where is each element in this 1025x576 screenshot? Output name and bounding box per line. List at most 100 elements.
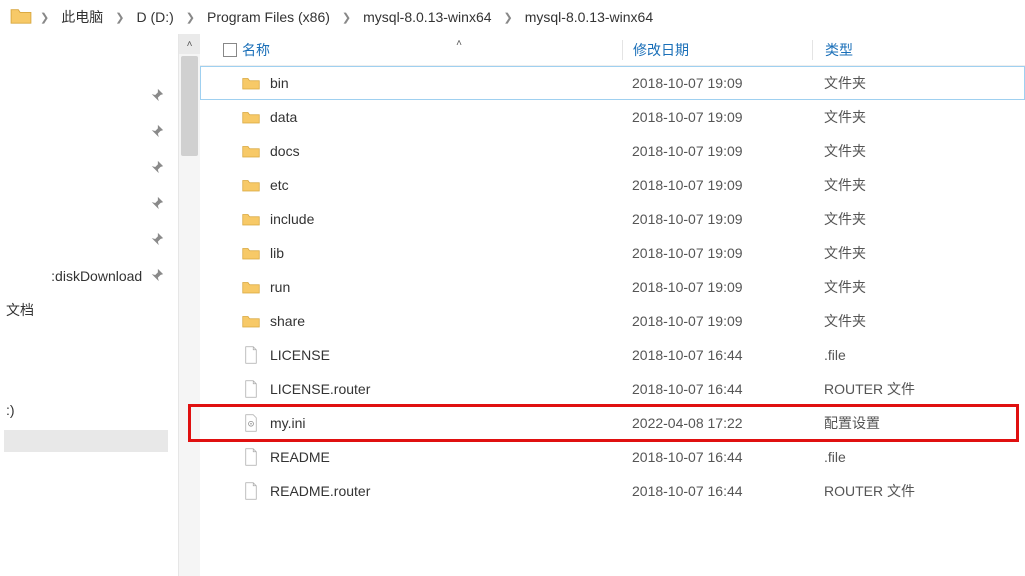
file-row[interactable]: data2018-10-07 19:09文件夹 <box>200 100 1025 134</box>
file-name: data <box>270 109 622 125</box>
file-date: 2018-10-07 19:09 <box>622 245 812 261</box>
select-all-checkbox[interactable] <box>218 43 242 57</box>
chevron-right-icon: ❯ <box>38 11 51 24</box>
breadcrumb-item[interactable]: mysql-8.0.13-winx64 <box>359 7 495 27</box>
file-row[interactable]: LICENSE2018-10-07 16:44.file <box>200 338 1025 372</box>
file-icon <box>242 448 270 466</box>
file-list: 名称 ˄ 修改日期 类型 bin2018-10-07 19:09文件夹data2… <box>200 34 1025 576</box>
file-row[interactable]: include2018-10-07 19:09文件夹 <box>200 202 1025 236</box>
file-date: 2018-10-07 16:44 <box>622 347 812 363</box>
file-name: lib <box>270 245 622 261</box>
folder-icon <box>242 108 270 126</box>
chevron-right-icon: ❯ <box>184 11 197 24</box>
file-date: 2018-10-07 19:09 <box>622 313 812 329</box>
sort-ascending-icon: ˄ <box>456 38 462 49</box>
file-date: 2018-10-07 16:44 <box>622 449 812 465</box>
file-name: share <box>270 313 622 329</box>
file-date: 2018-10-07 19:09 <box>622 143 812 159</box>
breadcrumb-item[interactable]: D (D:) <box>132 7 177 27</box>
breadcrumb-item[interactable]: 此电脑 <box>57 5 107 29</box>
ini-icon <box>242 414 270 432</box>
pin-icon <box>150 232 164 249</box>
scroll-up-button[interactable]: ˄ <box>179 34 200 54</box>
folder-icon <box>242 210 270 228</box>
sidebar-pinned-item[interactable] <box>4 186 164 222</box>
file-type: 文件夹 <box>812 209 972 229</box>
sidebar-pinned-item[interactable] <box>4 114 164 150</box>
file-name: my.ini <box>270 415 622 431</box>
file-name: README.router <box>270 483 622 499</box>
scroll-thumb[interactable] <box>181 56 198 156</box>
file-type: 文件夹 <box>812 73 972 93</box>
file-type: 文件夹 <box>812 311 972 331</box>
file-type: .file <box>812 347 972 363</box>
file-row[interactable]: lib2018-10-07 19:09文件夹 <box>200 236 1025 270</box>
sidebar-pinned-item[interactable] <box>4 222 164 258</box>
folder-icon <box>10 7 32 28</box>
pin-icon <box>150 160 164 177</box>
sidebar: ˄ <box>0 34 200 576</box>
file-name: run <box>270 279 622 295</box>
file-icon <box>242 346 270 364</box>
chevron-right-icon: ❯ <box>502 11 515 24</box>
column-header-type[interactable]: 类型 <box>812 40 972 60</box>
pin-icon <box>150 124 164 141</box>
file-icon <box>242 482 270 500</box>
file-type: 文件夹 <box>812 277 972 297</box>
file-type: ROUTER 文件 <box>812 379 972 399</box>
breadcrumb: ❯ 此电脑 ❯ D (D:) ❯ Program Files (x86) ❯ m… <box>0 0 1025 34</box>
file-name: docs <box>270 143 622 159</box>
file-name: LICENSE <box>270 347 622 363</box>
pin-icon <box>150 88 164 105</box>
folder-icon <box>242 312 270 330</box>
file-date: 2018-10-07 16:44 <box>622 483 812 499</box>
file-row[interactable]: docs2018-10-07 19:09文件夹 <box>200 134 1025 168</box>
file-type: 文件夹 <box>812 243 972 263</box>
file-row[interactable]: bin2018-10-07 19:09文件夹 <box>200 66 1025 100</box>
file-type: .file <box>812 449 972 465</box>
sidebar-item-diskdownload[interactable]: :diskDownload <box>4 258 164 294</box>
file-date: 2022-04-08 17:22 <box>622 415 812 431</box>
sidebar-item-label: :diskDownload <box>51 268 142 284</box>
file-date: 2018-10-07 19:09 <box>622 211 812 227</box>
file-row[interactable]: README.router2018-10-07 16:44ROUTER 文件 <box>200 474 1025 508</box>
column-header-row: 名称 ˄ 修改日期 类型 <box>200 34 1025 66</box>
file-type: 文件夹 <box>812 107 972 127</box>
column-header-date[interactable]: 修改日期 <box>622 40 812 60</box>
file-row[interactable]: run2018-10-07 19:09文件夹 <box>200 270 1025 304</box>
chevron-right-icon: ❯ <box>113 11 126 24</box>
folder-icon <box>242 142 270 160</box>
file-type: ROUTER 文件 <box>812 481 972 501</box>
sidebar-selection-bar <box>4 430 168 452</box>
file-icon <box>242 380 270 398</box>
file-date: 2018-10-07 19:09 <box>622 75 812 91</box>
column-header-name[interactable]: 名称 ˄ <box>242 40 622 60</box>
folder-icon <box>242 74 270 92</box>
breadcrumb-item[interactable]: mysql-8.0.13-winx64 <box>521 7 657 27</box>
file-name: etc <box>270 177 622 193</box>
folder-icon <box>242 176 270 194</box>
file-name: README <box>270 449 622 465</box>
sidebar-pinned-item[interactable] <box>4 150 164 186</box>
file-row[interactable]: LICENSE.router2018-10-07 16:44ROUTER 文件 <box>200 372 1025 406</box>
folder-icon <box>242 278 270 296</box>
file-row[interactable]: my.ini2022-04-08 17:22配置设置 <box>200 406 1025 440</box>
file-row[interactable]: etc2018-10-07 19:09文件夹 <box>200 168 1025 202</box>
sidebar-scrollbar[interactable]: ˄ <box>178 34 200 576</box>
sidebar-item-documents[interactable]: 文档 <box>4 294 164 326</box>
folder-icon <box>242 244 270 262</box>
file-name: LICENSE.router <box>270 381 622 397</box>
file-date: 2018-10-07 19:09 <box>622 109 812 125</box>
file-name: include <box>270 211 622 227</box>
chevron-right-icon: ❯ <box>340 11 353 24</box>
file-date: 2018-10-07 16:44 <box>622 381 812 397</box>
file-type: 文件夹 <box>812 141 972 161</box>
file-date: 2018-10-07 19:09 <box>622 177 812 193</box>
file-row[interactable]: README2018-10-07 16:44.file <box>200 440 1025 474</box>
pin-icon <box>150 196 164 213</box>
file-row[interactable]: share2018-10-07 19:09文件夹 <box>200 304 1025 338</box>
sidebar-item-drive[interactable]: :) <box>4 396 164 424</box>
sidebar-pinned-item[interactable] <box>4 78 164 114</box>
breadcrumb-item[interactable]: Program Files (x86) <box>203 7 334 27</box>
file-name: bin <box>270 75 622 91</box>
